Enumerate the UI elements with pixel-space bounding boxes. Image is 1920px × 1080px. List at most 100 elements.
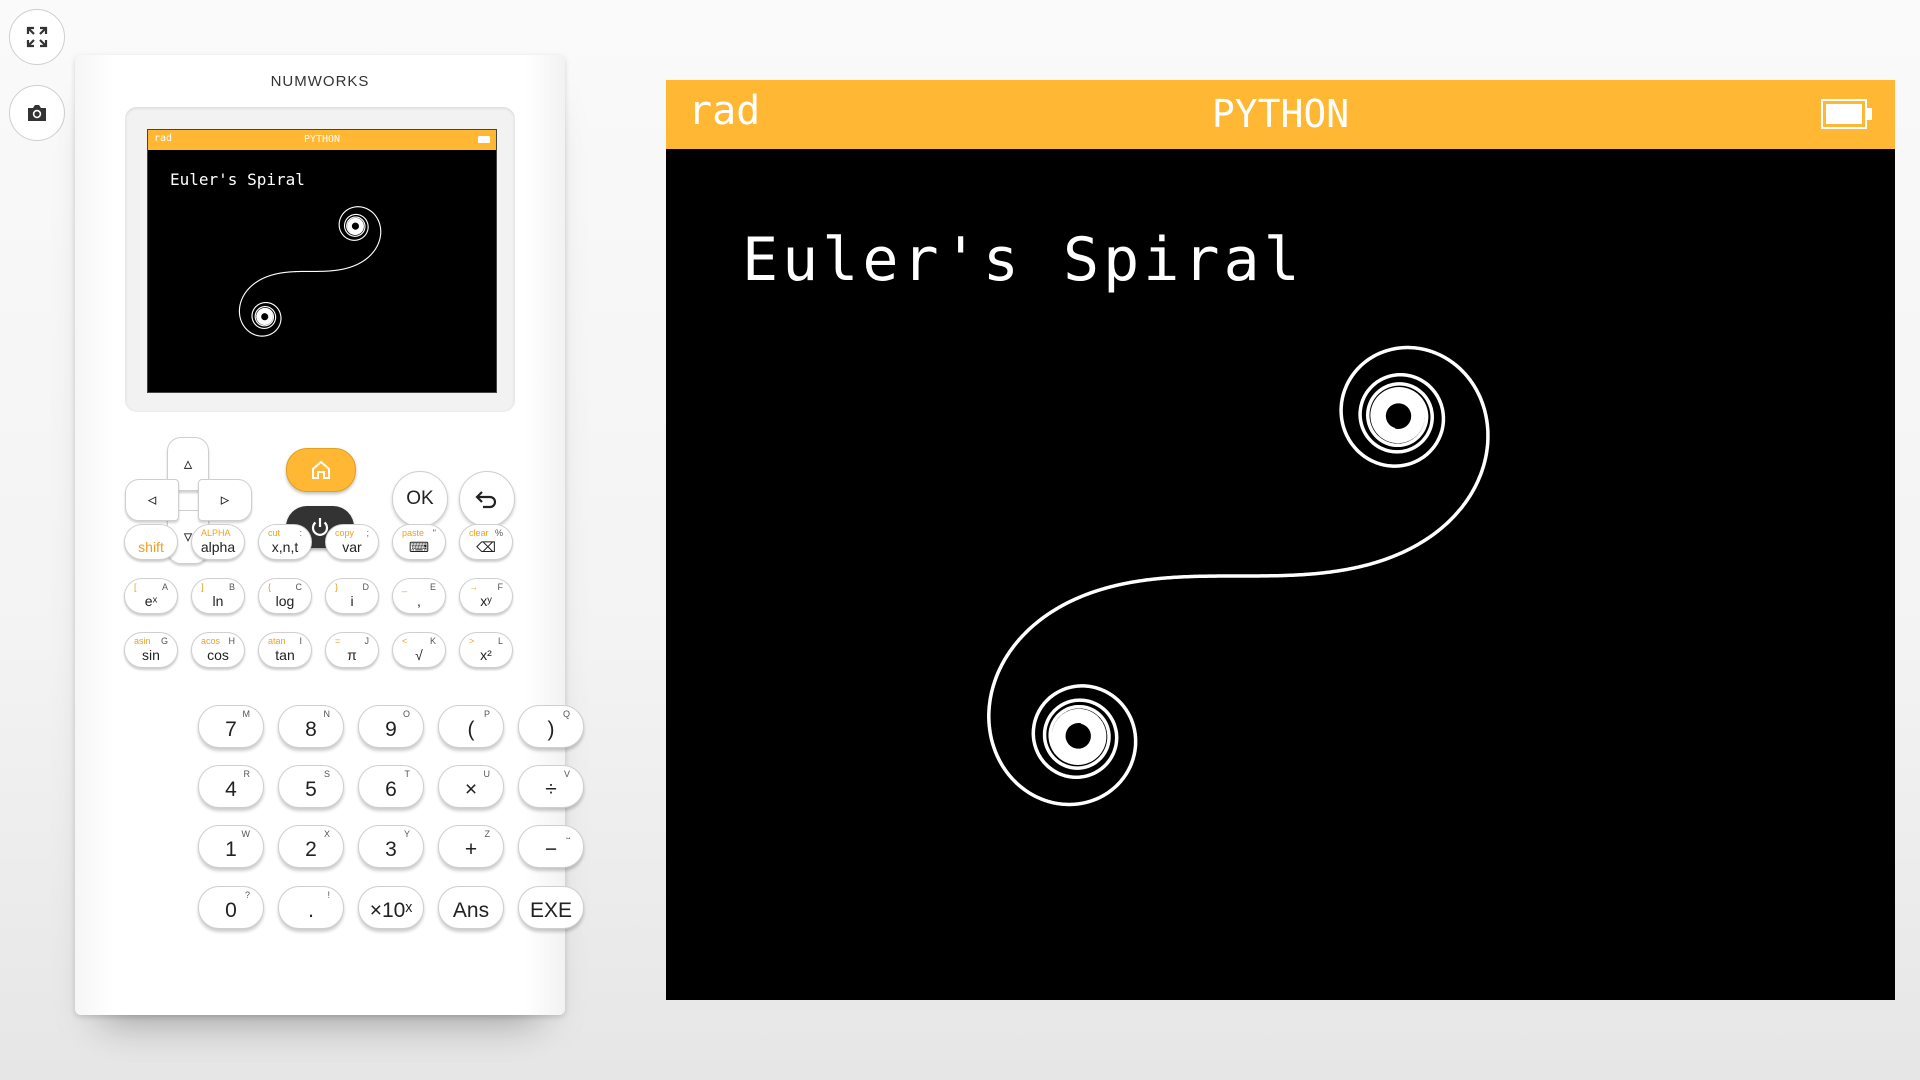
calculator-screen-frame: rad PYTHON Euler's Spiral [125,107,515,412]
key-label: 8 [305,718,317,741]
dpad-left-button[interactable]: ◃ [125,479,179,521]
key-label: tan [275,647,295,663]
key-label: 4 [225,778,237,801]
fullscreen-icon [26,26,48,48]
battery-icon [1821,99,1872,129]
key-label: i [350,593,354,609]
calculator-status-bar: rad PYTHON [148,130,496,150]
key-23[interactable]: R4 [198,765,264,808]
key-label: . [308,899,314,922]
dpad-right-button[interactable]: ▹ [198,479,252,521]
key-12[interactable]: asin Gsin [124,632,178,668]
key-34[interactable]: !. [278,886,344,929]
key-secondary-label: clear [469,528,489,538]
key-13[interactable]: acos Hcos [191,632,245,668]
key-label: ln [212,593,224,609]
key-1[interactable]: ALPHA alpha [191,524,245,560]
key-21[interactable]: P( [438,705,504,748]
key-alpha-label: K [429,636,436,646]
key-secondary-label: = [335,636,341,646]
arrow-left-icon: ◃ [147,490,157,509]
key-label: ⌫ [476,539,496,555]
key-22[interactable]: Q) [518,705,584,748]
key-label: ×10ˣ [369,899,413,922]
key-label: log [275,593,295,609]
key-label: 2 [305,838,317,861]
key-alpha-label: E [429,582,436,592]
key-label: 9 [385,718,397,741]
key-secondary-label: paste [402,528,425,538]
key-label: 7 [225,718,237,741]
camera-icon [28,105,46,121]
key-label: sin [142,647,160,663]
key-15[interactable]: = Jπ [325,632,379,668]
home-button[interactable] [286,448,356,492]
key-secondary-label: } [335,582,339,592]
key-secondary-label: atan [268,636,286,646]
key-secondary-label: copy [335,528,355,538]
key-9[interactable]: } Di [325,578,379,614]
calculator-screen: rad PYTHON Euler's Spiral [147,129,497,393]
key-6[interactable]: [Aeˣ [124,578,178,614]
key-label: √ [415,647,423,663]
key-14[interactable]: atan Itan [258,632,312,668]
key-label: π [347,647,357,663]
key-alpha-label: : [299,528,302,538]
key-2[interactable]: cut: x,n,t [258,524,312,560]
key-label: ÷ [545,778,557,801]
key-24[interactable]: S5 [278,765,344,808]
key-label: EXE [529,899,573,922]
key-alpha-label: B [228,582,235,592]
key-label: − [544,838,558,861]
key-25[interactable]: T6 [358,765,424,808]
key-18[interactable]: M7 [198,705,264,748]
key-label: 1 [225,838,237,861]
key-31[interactable]: Z + [438,825,504,868]
key-8[interactable]: {Clog [258,578,312,614]
back-button[interactable] [459,471,515,527]
key-3[interactable]: copy; var [325,524,379,560]
key-alpha-label: C [295,582,303,592]
screenshot-button[interactable] [9,85,65,141]
key-alpha-label: L [497,636,503,646]
euler-spiral-curve [987,345,1490,807]
key-37[interactable]: EXE [518,886,584,929]
key-label: alpha [200,539,236,555]
fullscreen-button[interactable] [9,9,65,65]
key-36[interactable]: Ans [438,886,504,929]
key-27[interactable]: V ÷ [518,765,584,808]
key-4[interactable]: paste " ⌨ [392,524,446,560]
key-secondary-label: cut [268,528,281,538]
key-label: var [342,539,362,555]
key-alpha-label: G [160,636,168,646]
battery-icon [478,136,490,143]
key-5[interactable]: clear% ⌫ [459,524,513,560]
key-11[interactable]: → Fxʸ [459,578,513,614]
key-0[interactable]: shift [124,524,178,560]
key-28[interactable]: W1 [198,825,264,868]
key-16[interactable]: < K √ [392,632,446,668]
key-alpha-label: I [299,636,302,646]
enlarged-screen: rad PYTHON Euler's Spiral [666,80,1895,1000]
key-29[interactable]: X2 [278,825,344,868]
key-19[interactable]: N8 [278,705,344,748]
key-17[interactable]: > Lx² [459,632,513,668]
key-32[interactable]: ⎵ − [518,825,584,868]
key-secondary-label: asin [134,636,151,646]
key-label: 6 [385,778,397,801]
key-33[interactable]: ? 0 [198,886,264,929]
key-35[interactable]: ×10ˣ [358,886,424,929]
key-secondary-label: < [402,636,408,646]
key-label: eˣ [144,593,158,609]
key-secondary-label: [ [134,582,137,592]
key-label: 3 [385,838,397,861]
key-30[interactable]: Y3 [358,825,424,868]
ok-button[interactable]: OK [392,471,448,527]
key-10[interactable]: _ E, [392,578,446,614]
key-7[interactable]: ] Bln [191,578,245,614]
key-label: × [464,778,478,801]
key-label: 0 [225,899,237,922]
key-26[interactable]: U × [438,765,504,808]
key-label: x,n,t [271,539,299,555]
key-20[interactable]: O9 [358,705,424,748]
